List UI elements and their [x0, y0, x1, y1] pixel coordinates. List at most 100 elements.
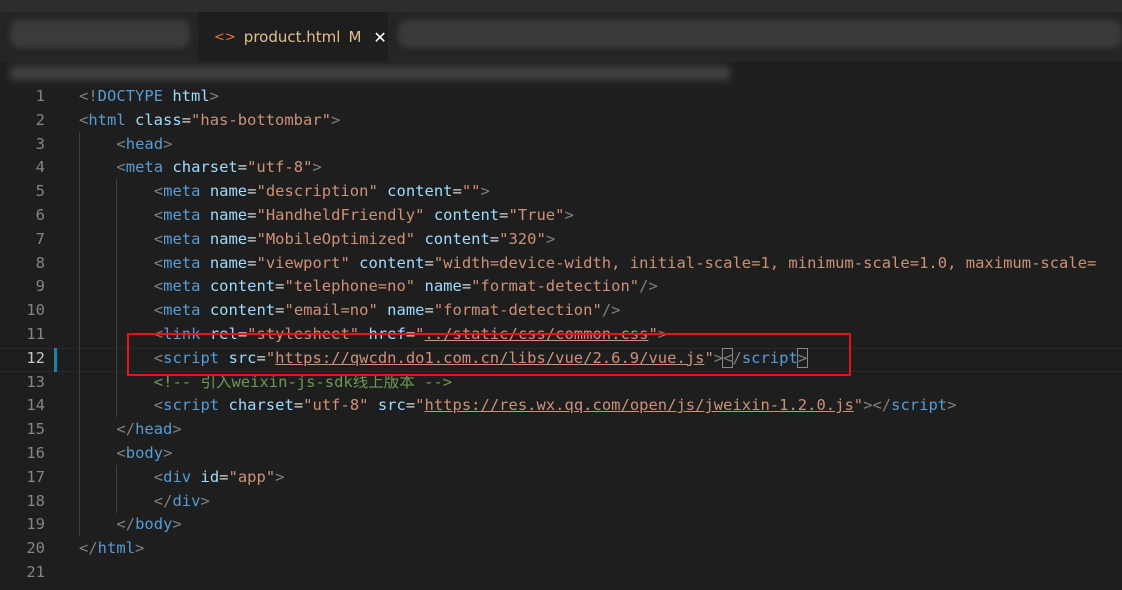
indent-guide: [79, 274, 80, 299]
line-number[interactable]: 4: [0, 155, 45, 179]
code-token: >: [480, 182, 490, 201]
line-number[interactable]: 9: [0, 274, 45, 298]
code-text: <meta content="telephone=no" name="forma…: [154, 274, 658, 298]
code-token: >: [275, 467, 285, 486]
code-text: <meta charset="utf-8">: [116, 155, 321, 179]
code-token: >: [209, 87, 220, 105]
code-token: "width=device-width, initial-scale=1, mi…: [433, 253, 1097, 272]
code-token: content: [209, 301, 276, 320]
line-number[interactable]: 1: [0, 84, 45, 108]
code-line[interactable]: 14 <script charset="utf-8" src="https://r…: [0, 393, 1122, 418]
code-token: id: [200, 467, 220, 486]
code-line[interactable]: 8 <meta name="viewport" content="width=de…: [0, 250, 1122, 275]
code-line[interactable]: 3 <head>: [0, 131, 1122, 156]
tab-product-html[interactable]: <> product.html M ✕: [198, 12, 388, 62]
code-token: "format-detection": [433, 301, 602, 320]
line-number[interactable]: 18: [0, 489, 45, 513]
code-line[interactable]: 17 <div id="app">: [0, 464, 1122, 489]
code-token: meta: [125, 158, 164, 177]
indent-guide: [79, 393, 80, 418]
code-line[interactable]: 2 <html class="has-bottombar">: [0, 108, 1122, 132]
blurred-tab-right[interactable]: [398, 20, 1122, 48]
indent-guide: [79, 131, 80, 156]
code-token: content: [359, 253, 425, 272]
close-icon[interactable]: ✕: [373, 28, 386, 47]
indent-guide: [79, 298, 80, 323]
code-token: "viewport": [256, 253, 350, 272]
blurred-tab-left[interactable]: [10, 20, 190, 48]
code-line[interactable]: 6 <meta name="HandheldFriendly" content="…: [0, 203, 1122, 227]
code-token: div: [163, 467, 192, 486]
code-line[interactable]: 9 <meta content="telephone=no" name="form…: [0, 274, 1122, 299]
code-token: "utf-8": [247, 158, 313, 177]
line-number[interactable]: 10: [0, 298, 45, 322]
code-line[interactable]: 10 <meta content="email=no" name="format-…: [0, 298, 1122, 323]
indent-guide: [79, 322, 80, 346]
indent-guide: [116, 345, 118, 370]
indent-guide: [116, 369, 118, 394]
code-token: <: [116, 158, 126, 177]
line-number[interactable]: 7: [0, 227, 45, 251]
indent-guide: [116, 464, 118, 489]
indent-guide: [79, 512, 80, 537]
code-token: "email=no": [284, 301, 378, 320]
code-token: </: [79, 539, 98, 558]
line-number[interactable]: 11: [0, 322, 45, 346]
indent-guide: [116, 179, 118, 204]
code-token: name: [387, 301, 425, 320]
code-token: <: [153, 182, 164, 201]
code-editor[interactable]: 1 <!DOCTYPE html> 2 <html class="has-bottom…: [0, 84, 1122, 590]
code-token: name: [209, 206, 248, 224]
code-line[interactable]: 7 <meta name="MobileOptimized" content="3…: [0, 226, 1122, 251]
code-token: "app": [228, 467, 276, 486]
line-number[interactable]: 16: [0, 441, 45, 465]
code-token: </: [153, 491, 173, 510]
code-token: "320": [499, 229, 546, 248]
code-line[interactable]: 18 </div>: [0, 488, 1122, 513]
line-number[interactable]: 17: [0, 465, 45, 489]
line-number[interactable]: 14: [0, 393, 45, 417]
line-number[interactable]: 13: [0, 370, 45, 394]
code-text: <meta name="HandheldFriendly" content="T…: [154, 203, 574, 227]
line-number[interactable]: 6: [0, 203, 45, 227]
code-line[interactable]: 5 <meta name="description" content="">: [0, 179, 1122, 204]
line-number[interactable]: 5: [0, 179, 45, 203]
code-token: "description": [256, 182, 378, 201]
line-number[interactable]: 15: [0, 417, 45, 441]
code-line[interactable]: 21: [0, 560, 1122, 584]
code-line[interactable]: 1 <!DOCTYPE html>: [0, 84, 1122, 108]
line-number[interactable]: 2: [0, 108, 45, 132]
code-line[interactable]: 4 <meta charset="utf-8">: [0, 155, 1122, 180]
code-token: ></: [863, 396, 892, 415]
code-token: />: [601, 301, 621, 320]
blurred-breadcrumb-path: [10, 66, 730, 80]
indent-guide: [79, 226, 80, 251]
line-number[interactable]: 3: [0, 132, 45, 156]
code-line[interactable]: 20 </html>: [0, 536, 1122, 560]
code-token: meta: [163, 277, 201, 296]
line-number[interactable]: 20: [0, 536, 45, 560]
line-number[interactable]: 19: [0, 512, 45, 536]
code-text: </html>: [79, 536, 144, 560]
line-number[interactable]: 21: [0, 560, 45, 584]
indent-guide: [79, 417, 80, 442]
indent-guide: [116, 322, 118, 346]
line-number[interactable]: 8: [0, 251, 45, 275]
code-text: <script charset="utf-8" src="https://res…: [154, 393, 957, 417]
code-token: <: [153, 277, 164, 296]
code-text: <html class="has-bottombar">: [79, 108, 340, 132]
code-line[interactable]: 15 </head>: [0, 417, 1122, 442]
indent-guide: [79, 203, 80, 227]
breadcrumb[interactable]: [0, 62, 1122, 84]
code-token: ": [853, 396, 864, 415]
code-token: head: [125, 134, 164, 153]
code-line[interactable]: 16 <body>: [0, 441, 1122, 465]
line-number[interactable]: 12: [0, 346, 45, 370]
code-token: <: [116, 444, 126, 462]
code-line[interactable]: 19 </body>: [0, 512, 1122, 537]
